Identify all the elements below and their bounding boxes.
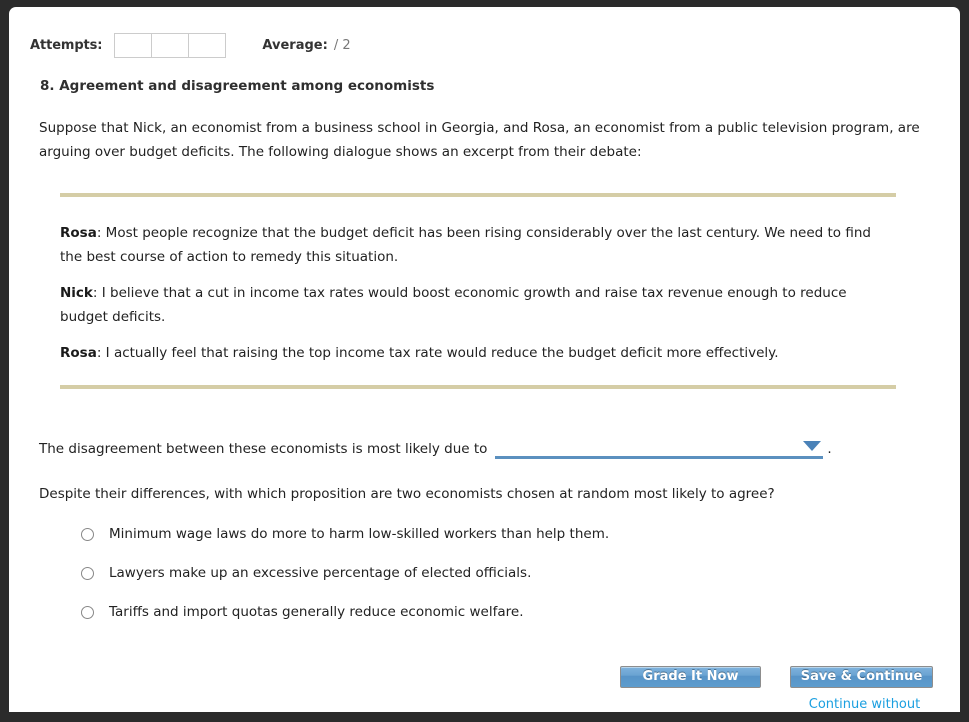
dialogue-block: Rosa: Most people recognize that the bud…	[60, 193, 896, 389]
disagreement-period: .	[827, 441, 832, 457]
question-intro: Suppose that Nick, an economist from a b…	[39, 120, 920, 160]
proposition-prompt: Despite their differences, with which pr…	[39, 486, 775, 502]
continue-without-saving-link[interactable]: Continue without saving	[796, 697, 933, 712]
attempts-label: Attempts:	[30, 37, 103, 53]
dialogue-rule-bottom	[60, 385, 896, 389]
attempt-box-2	[151, 32, 190, 58]
dialogue-line: Rosa: Most people recognize that the bud…	[60, 221, 896, 269]
dialogue-text: : I actually feel that raising the top i…	[96, 345, 779, 361]
option-label: Tariffs and import quotas generally redu…	[109, 604, 524, 620]
attempt-box-3	[188, 32, 227, 58]
window-frame: Attempts: Average: / 2 8. Agreement and …	[0, 0, 969, 722]
exercise-content: Attempts: Average: / 2 8. Agreement and …	[9, 7, 960, 712]
disagreement-prefix: The disagreement between these economist…	[39, 441, 488, 457]
dialogue-text: : I believe that a cut in income tax rat…	[60, 285, 847, 325]
average-value: / 2	[333, 37, 351, 53]
attempts-row: Attempts: Average: / 2	[30, 31, 351, 59]
disagreement-dropdown[interactable]	[495, 437, 824, 459]
proposition-options: Minimum wage laws do more to harm low-sk…	[81, 526, 781, 643]
radio-button-icon[interactable]	[81, 606, 94, 619]
chevron-down-icon	[803, 441, 822, 451]
page-panel: Attempts: Average: / 2 8. Agreement and …	[9, 7, 960, 712]
grade-it-now-button[interactable]: Grade It Now	[620, 666, 761, 688]
option-row[interactable]: Minimum wage laws do more to harm low-sk…	[81, 526, 781, 565]
dialogue-line: Nick: I believe that a cut in income tax…	[60, 281, 896, 329]
attempt-box-1	[114, 32, 153, 58]
dialogue-speaker: Rosa	[60, 345, 97, 361]
dialogue-line: Rosa: I actually feel that raising the t…	[60, 341, 896, 365]
disagreement-row: The disagreement between these economist…	[39, 437, 832, 459]
option-row[interactable]: Lawyers make up an excessive percentage …	[81, 565, 781, 604]
option-label: Lawyers make up an excessive percentage …	[109, 565, 532, 581]
dialogue-speaker: Rosa	[60, 225, 97, 241]
dialogue-speaker: Nick	[60, 285, 93, 301]
dialogue-text: : Most people recognize that the budget …	[60, 225, 871, 265]
attempt-boxes	[114, 32, 227, 58]
radio-button-icon[interactable]	[81, 567, 94, 580]
save-and-continue-button[interactable]: Save & Continue	[790, 666, 933, 688]
question-heading: 8. Agreement and disagreement among econ…	[40, 78, 435, 94]
option-label: Minimum wage laws do more to harm low-sk…	[109, 526, 610, 542]
dialogue-lines: Rosa: Most people recognize that the bud…	[60, 197, 896, 385]
radio-button-icon[interactable]	[81, 528, 94, 541]
average-label: Average:	[262, 37, 328, 53]
option-row[interactable]: Tariffs and import quotas generally redu…	[81, 604, 781, 643]
